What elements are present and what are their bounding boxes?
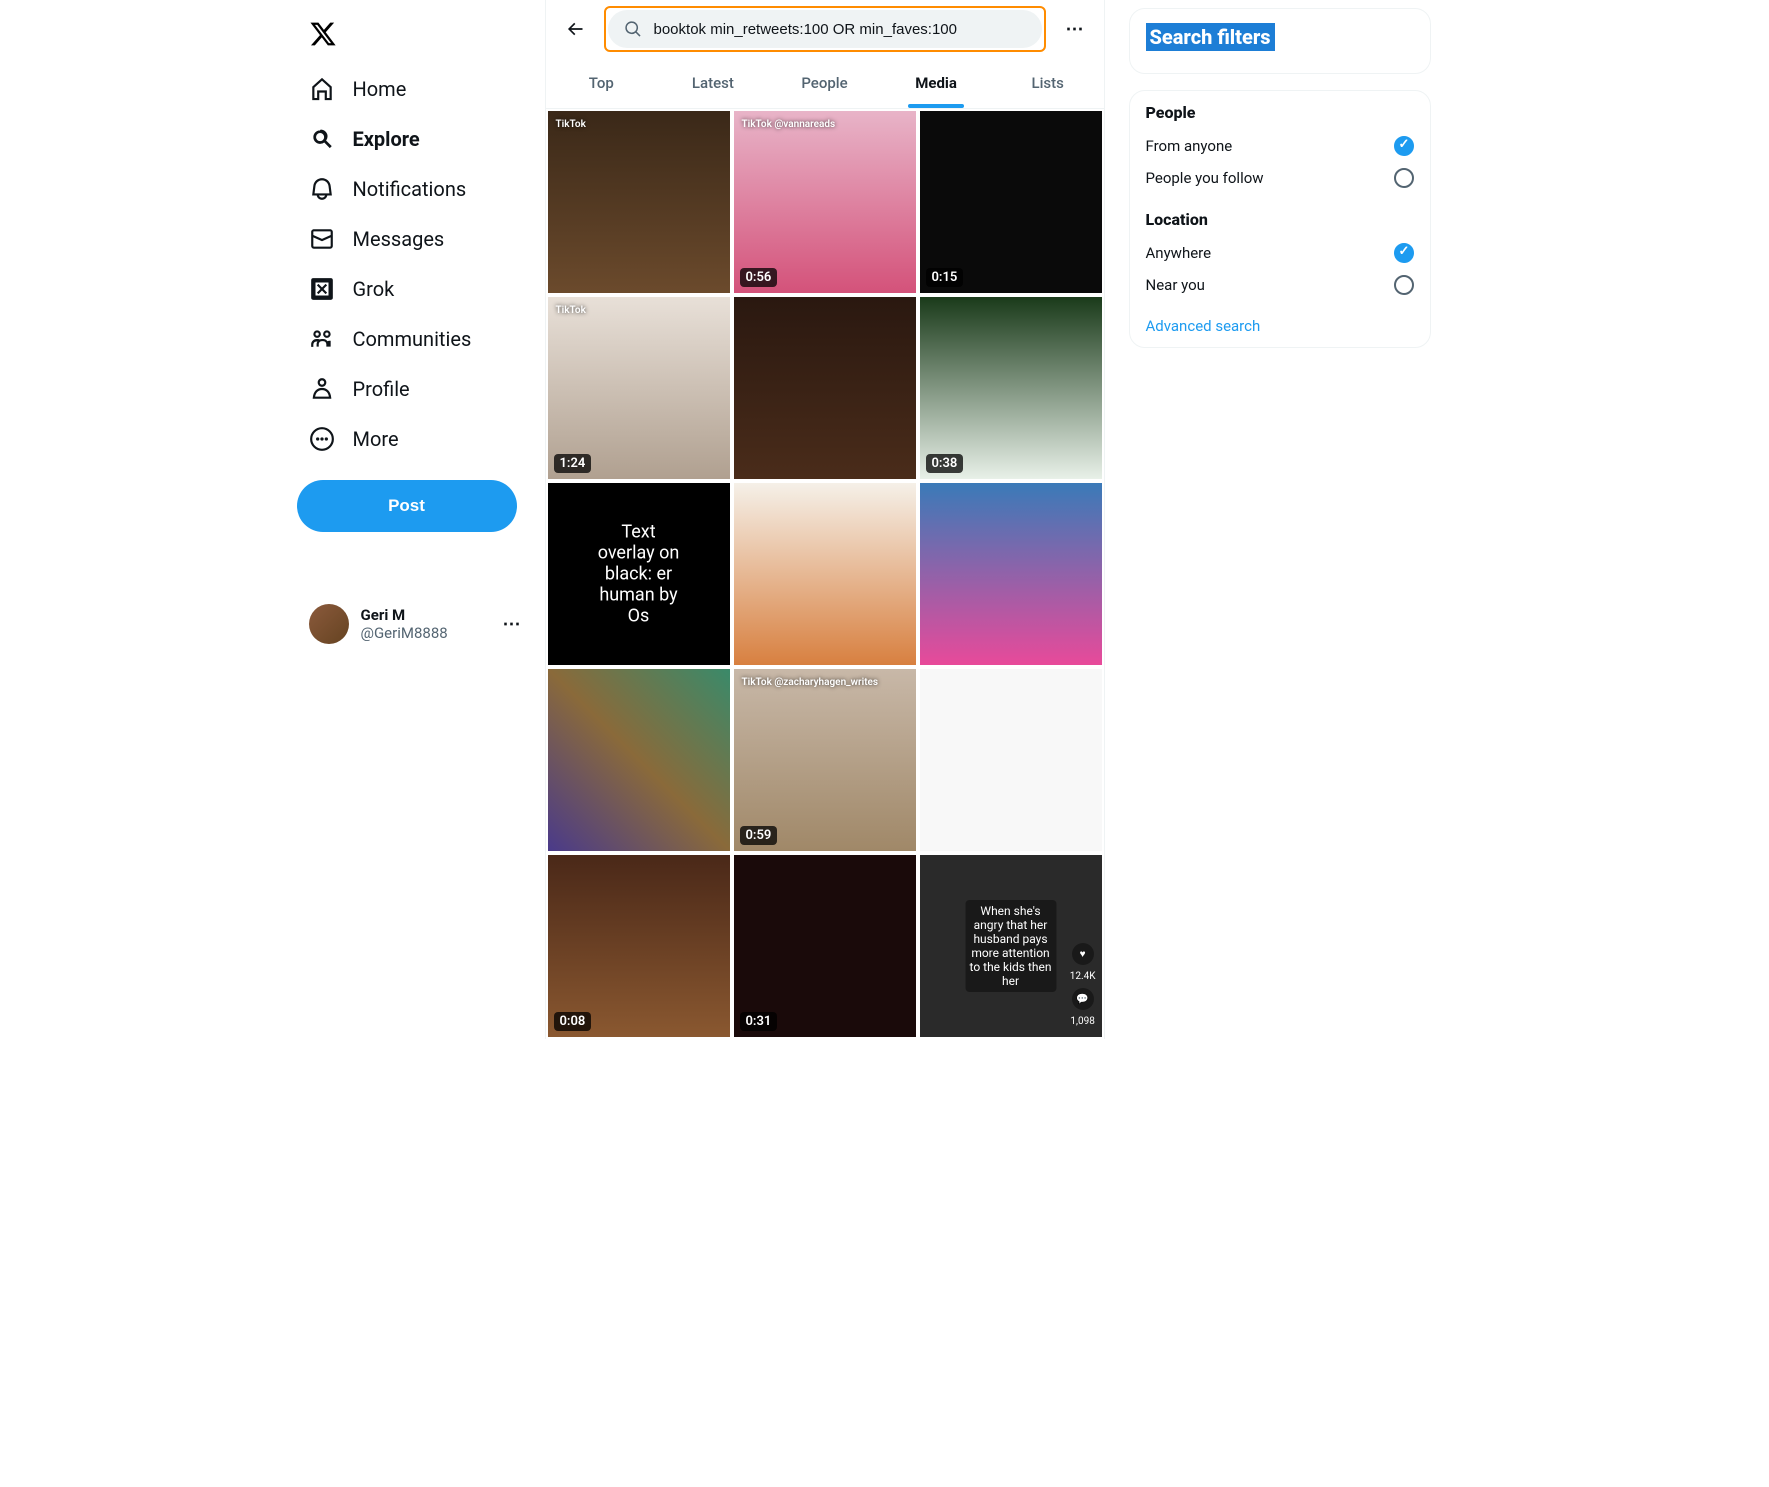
- ellipsis-icon: ⋯: [503, 614, 521, 635]
- nav-label: Home: [353, 77, 407, 101]
- nav-label: More: [353, 427, 399, 451]
- radio-checked-icon: [1394, 243, 1414, 263]
- tile-stats: ♥ 12.4K 💬 1,098: [1070, 943, 1096, 1027]
- search-header: ⋯: [546, 0, 1104, 58]
- nav-grok[interactable]: Grok: [297, 264, 533, 314]
- search-icon: [624, 20, 642, 38]
- advanced-search-link[interactable]: Advanced search: [1146, 317, 1414, 335]
- communities-icon: [309, 326, 335, 352]
- radio-icon: [1394, 168, 1414, 188]
- account-handle: @GeriM8888: [361, 624, 491, 642]
- nav-label: Messages: [353, 227, 445, 251]
- nav-notifications[interactable]: Notifications: [297, 164, 533, 214]
- home-icon: [309, 76, 335, 102]
- media-tile[interactable]: 0:38: [920, 297, 1102, 479]
- filters-title-card: Search filters: [1129, 8, 1431, 74]
- video-duration: 0:56: [740, 268, 778, 287]
- video-duration: 0:59: [740, 826, 778, 845]
- media-tile[interactable]: Text overlay on black: er human by Os: [548, 483, 730, 665]
- filters-options-card: People From anyone People you follow Loc…: [1129, 90, 1431, 348]
- tile-text: When she's angry that her husband pays m…: [965, 900, 1056, 992]
- grok-icon: [309, 276, 335, 302]
- nav-label: Explore: [353, 127, 420, 151]
- tab-lists[interactable]: Lists: [992, 58, 1104, 108]
- back-button[interactable]: [558, 12, 592, 46]
- comment-icon: 💬: [1072, 988, 1094, 1010]
- tiktok-watermark: TikTok: [556, 119, 586, 130]
- filter-near-you[interactable]: Near you: [1146, 269, 1414, 301]
- nav-messages[interactable]: Messages: [297, 214, 533, 264]
- tab-top[interactable]: Top: [546, 58, 658, 108]
- nav-home[interactable]: Home: [297, 64, 533, 114]
- filter-anywhere[interactable]: Anywhere: [1146, 237, 1414, 269]
- nav-label: Notifications: [353, 177, 467, 201]
- tiktok-watermark: TikTok @zacharyhagen_writes: [742, 677, 879, 688]
- media-tile[interactable]: [920, 483, 1102, 665]
- sidebar-nav: Home Explore Notifications Messages Grok…: [285, 0, 545, 1039]
- nav-profile[interactable]: Profile: [297, 364, 533, 414]
- tile-text: Text overlay on black: er human by Os: [593, 518, 684, 631]
- account-switcher[interactable]: Geri M @GeriM8888 ⋯: [297, 592, 533, 656]
- media-tile[interactable]: [548, 669, 730, 851]
- tab-latest[interactable]: Latest: [657, 58, 769, 108]
- search-settings-button[interactable]: ⋯: [1058, 12, 1092, 46]
- sidebar-filters: Search filters People From anyone People…: [1105, 0, 1455, 1039]
- filter-people-you-follow[interactable]: People you follow: [1146, 162, 1414, 194]
- media-tile[interactable]: TikTok: [548, 111, 730, 293]
- tiktok-watermark: TikTok: [556, 305, 586, 316]
- heart-icon: ♥: [1072, 943, 1094, 965]
- mail-icon: [309, 226, 335, 252]
- nav-explore[interactable]: Explore: [297, 114, 533, 164]
- tab-media[interactable]: Media: [880, 58, 992, 108]
- post-button[interactable]: Post: [297, 480, 517, 532]
- media-tile[interactable]: When she's angry that her husband pays m…: [920, 855, 1102, 1037]
- account-display-name: Geri M: [361, 606, 491, 624]
- media-tile[interactable]: TikTok @vannareads 0:56: [734, 111, 916, 293]
- bell-icon: [309, 176, 335, 202]
- video-duration: 1:24: [554, 454, 592, 473]
- radio-icon: [1394, 275, 1414, 295]
- media-tile[interactable]: TikTok @zacharyhagen_writes 0:59: [734, 669, 916, 851]
- video-duration: 0:08: [554, 1012, 592, 1031]
- media-tile[interactable]: [734, 297, 916, 479]
- media-tile[interactable]: 0:08: [548, 855, 730, 1037]
- video-duration: 0:38: [926, 454, 964, 473]
- video-duration: 0:15: [926, 268, 964, 287]
- nav-communities[interactable]: Communities: [297, 314, 533, 364]
- main-column: ⋯ Top Latest People Media Lists TikTok T…: [545, 0, 1105, 1039]
- filter-people-heading: People: [1146, 103, 1414, 122]
- nav-more[interactable]: More: [297, 414, 533, 464]
- video-duration: 0:31: [740, 1012, 778, 1031]
- search-tabs: Top Latest People Media Lists: [546, 58, 1104, 109]
- nav-label: Communities: [353, 327, 472, 351]
- search-input[interactable]: [654, 21, 1026, 38]
- media-grid: TikTok TikTok @vannareads 0:56 0:15 TikT…: [546, 109, 1104, 1039]
- search-box[interactable]: [608, 10, 1042, 48]
- media-tile[interactable]: 0:15: [920, 111, 1102, 293]
- media-tile[interactable]: [920, 669, 1102, 851]
- media-tile[interactable]: 0:31: [734, 855, 916, 1037]
- search-icon: [309, 126, 335, 152]
- search-highlight-box: [604, 6, 1046, 52]
- radio-checked-icon: [1394, 136, 1414, 156]
- filter-from-anyone[interactable]: From anyone: [1146, 130, 1414, 162]
- avatar: [309, 604, 349, 644]
- tiktok-watermark: TikTok @vannareads: [742, 119, 836, 130]
- tab-people[interactable]: People: [769, 58, 881, 108]
- filters-title: Search filters: [1146, 23, 1275, 51]
- nav-label: Grok: [353, 277, 395, 301]
- profile-icon: [309, 376, 335, 402]
- media-tile[interactable]: TikTok 1:24: [548, 297, 730, 479]
- x-logo[interactable]: [297, 8, 533, 64]
- more-icon: [309, 426, 335, 452]
- media-tile[interactable]: [734, 483, 916, 665]
- nav-label: Profile: [353, 377, 410, 401]
- filter-location-heading: Location: [1146, 210, 1414, 229]
